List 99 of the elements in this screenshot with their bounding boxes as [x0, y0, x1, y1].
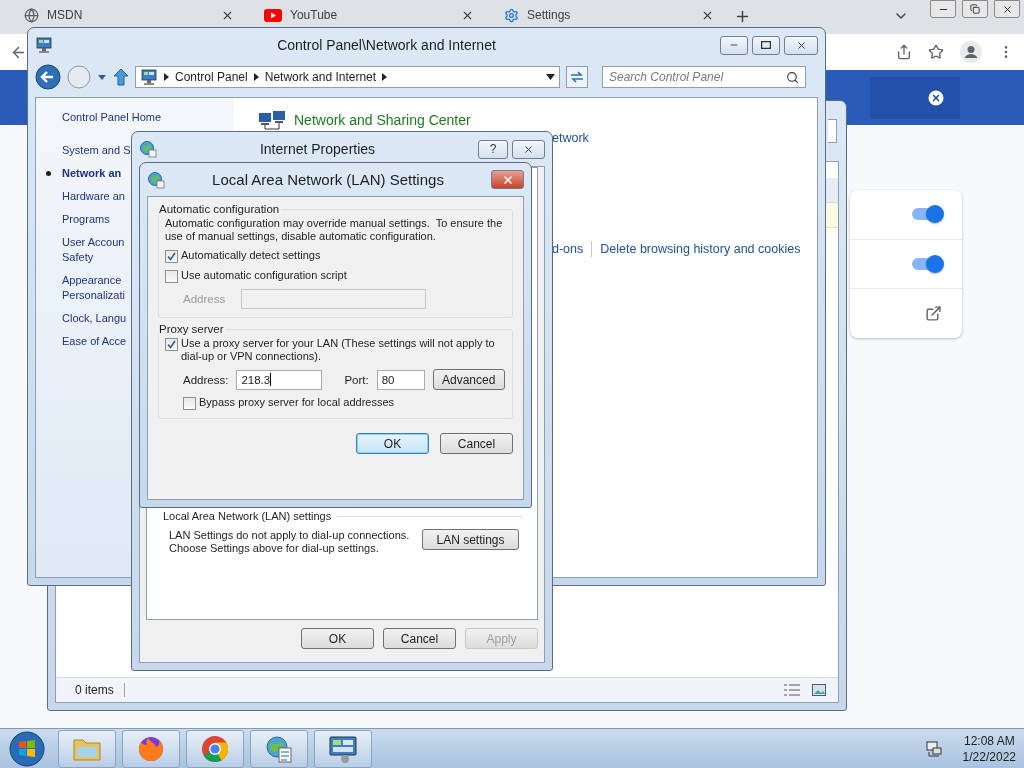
dialog-title: Internet Properties: [258, 141, 377, 157]
checkbox[interactable]: [165, 338, 178, 351]
help-button[interactable]: ?: [478, 139, 508, 159]
new-tab-icon[interactable]: [734, 8, 751, 25]
browser-tab[interactable]: MSDN: [14, 0, 244, 30]
minimize-button[interactable]: [720, 35, 748, 55]
search-icon: [786, 70, 799, 84]
browser-logo-icon[interactable]: [200, 733, 230, 764]
checkbox-label: Automatically detect settings: [181, 249, 321, 262]
close-button[interactable]: [784, 35, 818, 55]
back-button[interactable]: [35, 64, 61, 90]
browser-tab[interactable]: Settings: [494, 0, 724, 30]
close-button[interactable]: [994, 0, 1020, 18]
star-icon[interactable]: [928, 44, 944, 60]
breadcrumb-item[interactable]: Network and Internet: [264, 70, 377, 84]
link[interactable]: etwork: [552, 131, 589, 145]
description-text: LAN Settings do not apply to dial-up connections. Choose Settings above for dial-up settings.: [169, 529, 410, 555]
note-text: Automatic configuration may override manual settings. To ensure the use of manual settings, disable automatic configuration.: [165, 217, 504, 243]
network-computers-icon: [258, 109, 286, 131]
sidebar-item[interactable]: Clock, Langu: [62, 311, 127, 326]
dialog-button[interactable]: OK: [356, 433, 429, 454]
up-arrow-icon[interactable]: [113, 68, 129, 86]
restore-icon: [970, 4, 980, 14]
dropdown-caret-icon[interactable]: [546, 74, 555, 80]
close-icon: [501, 173, 514, 186]
dialog-button[interactable]: Cancel: [440, 433, 513, 454]
link[interactable]: Delete browsing history and cookies: [600, 242, 801, 256]
minimize-button[interactable]: [930, 0, 956, 18]
group-label: Proxy server: [158, 323, 225, 335]
bullet-icon: [46, 171, 51, 176]
breadcrumb-item[interactable]: Control Panel: [175, 70, 248, 84]
close-button[interactable]: [512, 139, 545, 159]
sidebar-item[interactable]: Programs: [62, 212, 110, 227]
sidebar-item[interactable]: Ease of Acce: [62, 334, 127, 349]
advanced-button[interactable]: Advanced: [432, 369, 505, 390]
chevron-icon: [382, 73, 388, 81]
sidebar-item[interactable]: Control Panel Home: [62, 110, 162, 125]
field-label: Port:: [344, 373, 369, 386]
sidebar-item[interactable]: Network an: [62, 166, 122, 181]
picture-view-icon[interactable]: [812, 684, 826, 696]
close-icon[interactable]: [926, 88, 946, 108]
link[interactable]: d-ons: [552, 242, 584, 256]
address-bar[interactable]: Control Panel Network and Internet: [135, 66, 560, 88]
checkbox-label: Use a proxy server for your LAN (These settings will not apply to dial-up or VPN connections).: [181, 337, 495, 363]
sidebar-item[interactable]: Appearance Personalizati: [62, 273, 125, 303]
sidebar-item[interactable]: User Accoun Safety: [62, 235, 125, 265]
control-panel-icon[interactable]: [327, 733, 359, 764]
maximize-button[interactable]: [752, 35, 780, 55]
gear-icon: [504, 7, 519, 23]
group-label: Local Area Network (LAN) settings: [163, 510, 332, 523]
checkbox-label: Use automatic configuration script: [181, 269, 347, 282]
restore-button[interactable]: [962, 0, 988, 18]
close-button[interactable]: [491, 170, 524, 189]
close-icon: [523, 143, 534, 155]
maximize-icon: [761, 41, 771, 49]
refresh-button[interactable]: [566, 66, 588, 88]
close-icon: [1001, 3, 1013, 15]
address-field[interactable]: 218.3: [236, 369, 323, 390]
sidebar-item[interactable]: Hardware an: [62, 189, 125, 204]
globe-checklist-icon[interactable]: [264, 733, 294, 764]
globe-document-icon: [139, 140, 157, 158]
dialog-button[interactable]: Cancel: [383, 628, 456, 649]
field-label: Address:: [183, 373, 229, 386]
status-text: 0 items: [75, 683, 125, 697]
checkbox[interactable]: [165, 250, 178, 263]
lan-settings-button[interactable]: LAN settings: [422, 529, 519, 550]
dialog-button: Apply: [465, 628, 538, 649]
field-label: Address: [183, 293, 226, 305]
share-icon[interactable]: [896, 44, 912, 60]
address-field[interactable]: [241, 289, 427, 309]
checkbox-label: Bypass proxy server for local addresses: [199, 396, 395, 409]
clock[interactable]: 12:08 AM 1/22/2022: [962, 732, 1016, 765]
chevron-icon: [253, 73, 259, 81]
globe-document-icon: [147, 170, 165, 189]
chevron-icon: [164, 73, 169, 81]
search-field[interactable]: Search Control Panel: [602, 66, 806, 88]
profile-icon[interactable]: [960, 41, 982, 63]
sidebar-item[interactable]: System and S: [62, 143, 131, 158]
section-heading[interactable]: Network and Sharing Center: [294, 112, 471, 128]
network-icon[interactable]: [924, 739, 943, 758]
close-icon: [795, 39, 807, 51]
search-field[interactable]: [828, 119, 837, 143]
dialog-button[interactable]: OK: [301, 628, 374, 649]
play-logo-icon: [264, 8, 282, 22]
checkbox[interactable]: [165, 270, 178, 283]
globe-icon: [24, 7, 39, 23]
external-link-icon[interactable]: [925, 305, 942, 323]
history-caret-icon[interactable]: [97, 73, 107, 81]
group-label: Automatic configuration: [158, 203, 281, 215]
start-button[interactable]: [8, 729, 46, 768]
toggle-switch[interactable]: [912, 258, 942, 270]
toggle-switch[interactable]: [912, 208, 942, 221]
control-panel-icon: [35, 36, 53, 54]
port-field[interactable]: 80: [376, 369, 425, 390]
window-title: Control Panel\Network and Internet: [276, 37, 497, 53]
browser-tab[interactable]: YouTube: [254, 0, 484, 30]
control-panel-icon: [140, 68, 158, 86]
dialog-title: Local Area Network (LAN) Settings: [211, 171, 445, 188]
checkbox[interactable]: [183, 397, 196, 410]
